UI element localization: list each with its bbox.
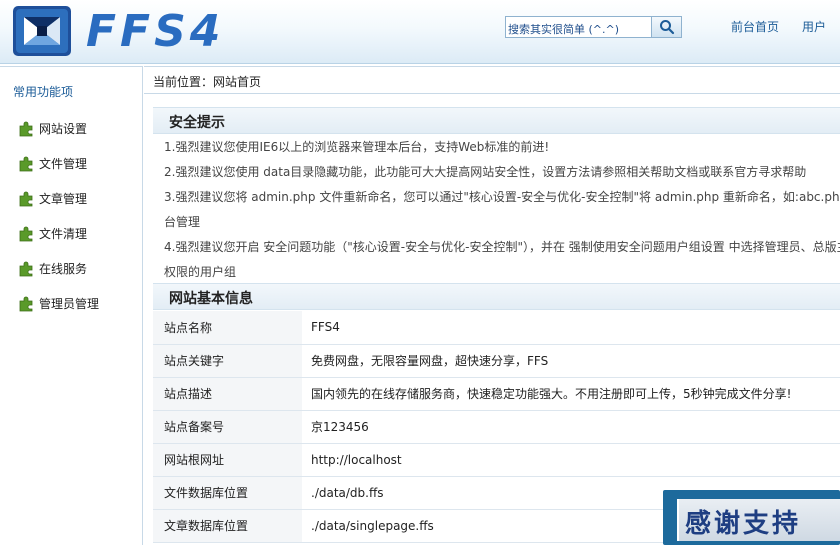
sidebar-item-label: 文章管理 [39,191,88,206]
table-row: 站点备案号 京123456 [153,410,840,444]
sidebar-item-file-management[interactable]: 文件管理 [18,153,87,173]
info-value: FFS4 [302,311,840,345]
sidebar-item-article-management[interactable]: 文章管理 [18,188,87,208]
security-tip: 4.强烈建议您开启 安全问题功能（"核心设置-安全与优化-安全控制"），并在 强… [164,240,840,254]
thanks-badge-text: 感谢支持 [685,509,802,539]
brand-text: FFS4 [86,6,224,54]
info-value: http://localhost [302,443,840,477]
header: FFS4 前台首页 用户 [0,0,840,64]
search-input[interactable] [506,17,651,37]
sidebar-title: 常用功能项 [13,85,74,99]
security-section-title: 安全提示 [169,115,225,131]
nav-user-link[interactable]: 用户 [802,18,826,35]
brand-logo: FFS4 [86,6,224,54]
site-info-section-title: 网站基本信息 [169,291,253,307]
security-tip-continued: 台管理 [164,215,201,229]
sidebar-item-site-settings[interactable]: 网站设置 [18,118,87,138]
thanks-badge-inner: 感谢支持 [677,499,840,541]
info-value: 国内领先的在线存储服务商，快速稳定功能强大。不用注册即可上传，5秒钟完成文件分享… [302,377,840,411]
sidebar-item-label: 文件管理 [39,156,88,171]
info-key: 站点备案号 [153,410,302,444]
table-row: 网站根网址 http://localhost [153,443,840,477]
security-section-header: 安全提示 [153,107,840,134]
search-button[interactable] [651,16,682,38]
info-key: 站点描述 [153,377,302,411]
info-key: 站点名称 [153,311,302,345]
search-icon [659,20,674,35]
thanks-support-badge[interactable]: 感谢支持 [663,490,840,545]
search-box [505,16,651,38]
sidebar-item-label: 文件清理 [39,226,88,241]
sidebar-item-file-cleanup[interactable]: 文件清理 [18,223,87,243]
main-content: 当前位置：网站首页 安全提示 1.强烈建议您使用IE6以上的浏览器来管理本后台，… [144,66,840,545]
security-tip: 3.强烈建议您将 admin.php 文件重新命名，您可以通过"核心设置-安全与… [164,190,840,204]
puzzle-icon [19,261,33,276]
security-tip-continued: 权限的用户组 [164,265,237,279]
puzzle-icon [19,226,33,241]
security-tip: 1.强烈建议您使用IE6以上的浏览器来管理本后台，支持Web标准的前进! [164,140,550,154]
puzzle-icon [19,296,33,311]
divider [144,93,840,94]
nav-frontpage-link[interactable]: 前台首页 [731,18,779,35]
info-key: 站点关键字 [153,344,302,378]
sidebar-item-label: 网站设置 [39,121,88,136]
security-tip: 2.强烈建议您使用 data目录隐藏功能，此功能可大大提高网站安全性，设置方法请… [164,165,807,179]
sidebar-item-admin-management[interactable]: 管理员管理 [18,293,99,313]
site-info-section-header: 网站基本信息 [153,283,840,310]
breadcrumb: 当前位置：网站首页 [153,75,262,89]
info-value: 京123456 [302,410,840,444]
info-key: 文件数据库位置 [153,476,302,510]
sidebar-item-online-service[interactable]: 在线服务 [18,258,87,278]
puzzle-icon [19,191,33,206]
logo-icon[interactable] [12,5,72,57]
info-value: 免费网盘，无限容量网盘，超快速分享，FFS [302,344,840,378]
sidebar-item-label: 管理员管理 [39,296,100,311]
sidebar-item-label: 在线服务 [39,261,88,276]
puzzle-icon [19,121,33,136]
puzzle-icon [19,156,33,171]
table-row: 站点关键字 免费网盘，无限容量网盘，超快速分享，FFS [153,344,840,378]
info-key: 网站根网址 [153,443,302,477]
table-row: 站点名称 FFS4 [153,311,840,345]
sidebar: 常用功能项 网站设置 文件管理 文章管理 文件清理 在线服务 管理员管理 [0,66,143,545]
info-key: 文章数据库位置 [153,509,302,543]
table-row: 站点描述 国内领先的在线存储服务商，快速稳定功能强大。不用注册即可上传，5秒钟完… [153,377,840,411]
